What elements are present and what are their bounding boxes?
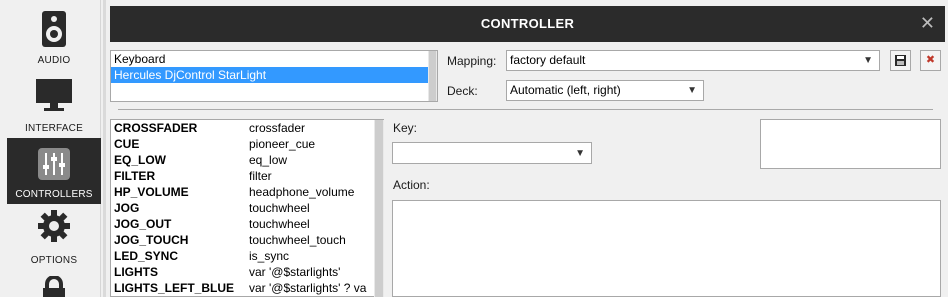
table-row[interactable]: LIGHTS_LEFT_BLUE var '@$starlights' ? va <box>111 280 383 296</box>
bindings-scrollbar[interactable] <box>374 120 384 297</box>
binding-key: LIGHTS_LEFT_BLUE <box>114 281 235 295</box>
dialog-titlebar: CONTROLLER ✕ <box>110 6 945 42</box>
save-button[interactable] <box>890 50 911 71</box>
binding-action: touchwheel <box>249 201 310 215</box>
sidebar-item-controllers[interactable]: CONTROLLERS <box>7 138 101 204</box>
binding-key: EQ_LOW <box>114 153 167 167</box>
gear-icon <box>36 208 72 247</box>
device-list-scrollbar[interactable] <box>428 51 437 101</box>
sidebar-item-options[interactable]: OPTIONS <box>7 204 101 270</box>
binding-action: touchwheel_touch <box>249 233 346 247</box>
mapping-select[interactable]: factory default ▼ <box>506 50 880 71</box>
table-row[interactable]: EQ_LOW eq_low <box>111 152 383 168</box>
close-icon[interactable]: ✕ <box>920 13 935 34</box>
app-root: AUDIO INTERFACE CONTROLLERS OPTIONS CONT… <box>0 0 948 297</box>
key-label: Key: <box>393 121 418 135</box>
chevron-down-icon: ▼ <box>575 148 585 159</box>
binding-key: CUE <box>114 137 140 151</box>
binding-key: HP_VOLUME <box>114 185 189 199</box>
delete-button[interactable]: ✖ <box>920 50 941 71</box>
sidebar-item-security[interactable] <box>7 270 101 297</box>
sidebar-item-label: CONTROLLERS <box>15 189 93 200</box>
deck-label: Deck: <box>447 84 478 98</box>
section-divider <box>118 109 933 110</box>
scrollbar-thumb[interactable] <box>375 120 383 297</box>
save-icon <box>895 55 906 66</box>
sidebar-divider <box>103 0 106 297</box>
deck-value: Automatic (left, right) <box>510 83 621 97</box>
table-row[interactable]: JOG touchwheel <box>111 200 383 216</box>
chevron-down-icon: ▼ <box>687 85 697 96</box>
binding-action: pioneer_cue <box>249 137 316 151</box>
sidebar-item-label: AUDIO <box>37 55 71 66</box>
mapping-value: factory default <box>510 53 586 67</box>
table-row[interactable]: JOG_TOUCH touchwheel_touch <box>111 232 383 248</box>
binding-key: LED_SYNC <box>114 249 179 263</box>
sidebar-item-label: OPTIONS <box>30 255 78 266</box>
binding-key: FILTER <box>114 169 156 183</box>
list-item-selected[interactable]: Hercules DjControl StarLight <box>111 67 437 83</box>
binding-action: var '@$starlights' ? va <box>249 281 367 295</box>
sidebar-item-audio[interactable]: AUDIO <box>7 4 101 70</box>
bindings-table[interactable]: CROSSFADER crossfader CUE pioneer_cue EQ_L… <box>110 119 384 297</box>
mapping-label: Mapping: <box>447 54 497 68</box>
binding-action: is_sync <box>249 249 290 263</box>
chevron-down-icon: ▼ <box>863 55 873 66</box>
delete-icon: ✖ <box>925 54 936 66</box>
binding-action: eq_low <box>249 153 288 167</box>
list-item[interactable]: Keyboard <box>111 51 437 67</box>
binding-action: crossfader <box>249 121 306 135</box>
scrollbar-thumb[interactable] <box>429 51 436 101</box>
dialog-title: CONTROLLER <box>480 16 575 31</box>
sliders-icon <box>37 147 71 184</box>
binding-key: JOG <box>114 201 140 215</box>
speaker-icon <box>41 10 67 51</box>
binding-action: touchwheel <box>249 217 310 231</box>
table-row[interactable]: LIGHTS var '@$starlights' <box>111 264 383 280</box>
sidebar-item-label: INTERFACE <box>25 123 83 134</box>
table-row[interactable]: LED_SYNC is_sync <box>111 248 383 264</box>
controller-dialog: CONTROLLER ✕ Keyboard Hercules DjControl… <box>110 6 948 297</box>
action-textarea[interactable] <box>392 200 941 297</box>
binding-key: JOG_OUT <box>114 217 172 231</box>
sidebar-item-interface[interactable]: INTERFACE <box>7 72 101 138</box>
binding-key: CROSSFADER <box>114 121 198 135</box>
table-row[interactable]: HP_VOLUME headphone_volume <box>111 184 383 200</box>
binding-action: headphone_volume <box>249 185 355 199</box>
table-row[interactable]: CUE pioneer_cue <box>111 136 383 152</box>
table-row[interactable]: JOG_OUT touchwheel <box>111 216 383 232</box>
table-row[interactable]: FILTER filter <box>111 168 383 184</box>
key-preview-box <box>760 119 941 169</box>
binding-action: filter <box>249 169 272 183</box>
binding-key: JOG_TOUCH <box>114 233 189 247</box>
binding-action: var '@$starlights' <box>249 265 341 279</box>
deck-select[interactable]: Automatic (left, right) ▼ <box>506 80 704 101</box>
action-label: Action: <box>393 178 430 192</box>
lock-icon <box>40 275 68 297</box>
sidebar: AUDIO INTERFACE CONTROLLERS OPTIONS <box>0 0 101 297</box>
device-list[interactable]: Keyboard Hercules DjControl StarLight <box>110 50 438 102</box>
monitor-icon <box>35 78 73 115</box>
key-select[interactable]: ▼ <box>392 142 592 164</box>
binding-key: LIGHTS <box>114 265 158 279</box>
table-row[interactable]: CROSSFADER crossfader <box>111 120 383 136</box>
